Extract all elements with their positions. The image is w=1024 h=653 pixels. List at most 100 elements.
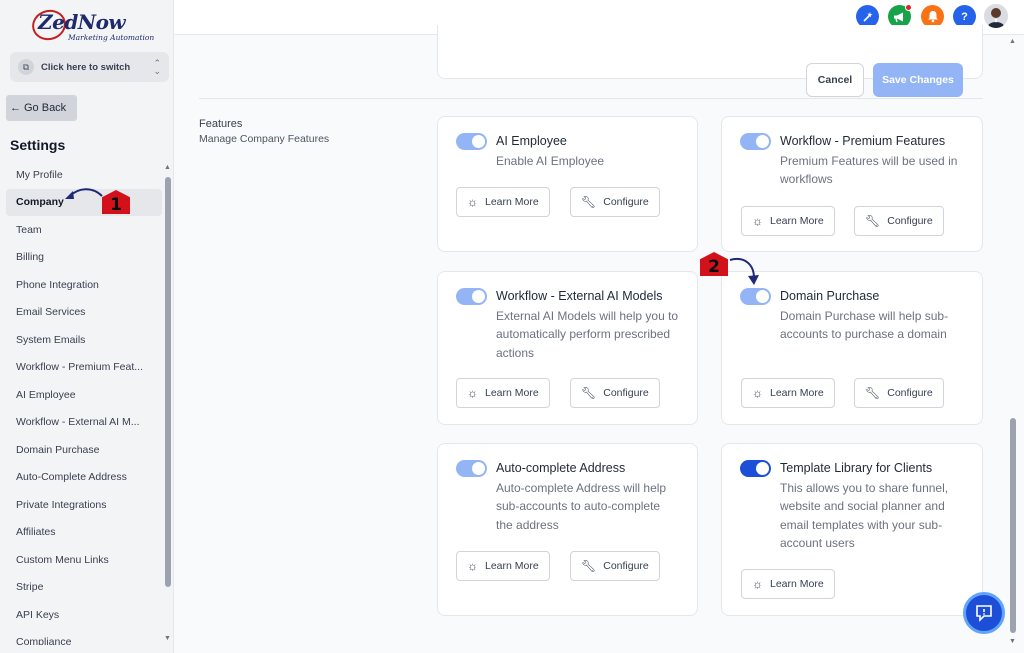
sidebar-item-domain-purchase[interactable]: Domain Purchase: [6, 436, 162, 464]
chevron-updown-icon: ⌃ ⌄: [153, 58, 161, 76]
wrench-icon: 🔧︎: [865, 386, 881, 400]
notification-dot: [905, 4, 912, 11]
feature-toggle[interactable]: [740, 460, 771, 477]
arrow-left-icon: ←: [10, 102, 21, 114]
page-scroll-thumb[interactable]: [1010, 418, 1016, 633]
configure-button[interactable]: 🔧︎ Configure: [570, 378, 660, 408]
feature-description: Domain Purchase will help sub-accounts t…: [780, 309, 949, 342]
feature-toggle[interactable]: [740, 288, 771, 305]
sidebar-item-email-services[interactable]: Email Services: [6, 299, 162, 327]
sidebar-item-my-profile[interactable]: My Profile: [6, 161, 162, 189]
settings-nav: My Profile Company Team Billing Phone Integr…: [6, 161, 162, 645]
sidebar-scrollbar[interactable]: ▲ ▼: [164, 164, 172, 642]
wrench-icon: 🔧︎: [865, 214, 881, 228]
page-scroll-up-icon[interactable]: ▲: [1009, 38, 1016, 45]
sidebar-item-stripe[interactable]: Stripe: [6, 574, 162, 602]
curved-arrow-icon: [65, 188, 103, 199]
sidebar-scroll-thumb[interactable]: [165, 177, 171, 587]
configure-label: Configure: [603, 560, 649, 572]
sidebar-item-custom-menu-links[interactable]: Custom Menu Links: [6, 546, 162, 574]
wrench-icon: 🔧︎: [581, 195, 597, 209]
feature-title: Workflow - Premium Features: [780, 134, 946, 148]
wrench-icon: 🔧︎: [581, 559, 597, 573]
configure-label: Configure: [887, 215, 933, 227]
learn-more-button[interactable]: ☼ Learn More: [741, 206, 835, 236]
feature-description: Enable AI Employee: [496, 154, 605, 168]
sidebar-item-billing[interactable]: Billing: [6, 244, 162, 272]
feature-description: Premium Features will be used in workflo…: [780, 154, 958, 187]
lightbulb-icon: ☼: [467, 195, 478, 209]
save-changes-button[interactable]: Save Changes: [873, 63, 963, 97]
go-back-button[interactable]: ← Go Back: [6, 95, 77, 121]
chat-support-button[interactable]: [963, 592, 1005, 634]
logo-text: ZedNow: [38, 10, 126, 34]
feature-description: Auto-complete Address will help sub-acco…: [496, 481, 667, 532]
feature-title: Auto-complete Address: [496, 461, 626, 475]
sidebar-item-workflow-external-ai-m[interactable]: Workflow - External AI M...: [6, 409, 162, 437]
feature-card-external-ai: Workflow - External AI Models External A…: [437, 271, 698, 425]
scroll-up-icon[interactable]: ▲: [164, 164, 171, 171]
sidebar-item-phone-integration[interactable]: Phone Integration: [6, 271, 162, 299]
feature-card-workflow-premium: Workflow - Premium Features Premium Feat…: [721, 116, 983, 252]
configure-button[interactable]: 🔧︎ Configure: [570, 551, 660, 581]
feature-toggle[interactable]: [740, 133, 771, 150]
step-number: 1: [110, 195, 122, 215]
step-number: 2: [708, 257, 720, 277]
learn-more-button[interactable]: ☼ Learn More: [741, 569, 835, 599]
sidebar-item-ai-employee[interactable]: AI Employee: [6, 381, 162, 409]
step-marker-2: 2: [700, 252, 728, 277]
sidebar-item-team[interactable]: Team: [6, 216, 162, 244]
learn-more-label: Learn More: [485, 196, 539, 208]
cancel-button[interactable]: Cancel: [806, 63, 864, 97]
sidebar-item-auto-complete-address[interactable]: Auto-Complete Address: [6, 464, 162, 492]
sidebar-item-api-keys[interactable]: API Keys: [6, 601, 162, 629]
learn-more-button[interactable]: ☼ Learn More: [456, 187, 550, 217]
sidebar-item-workflow-premium-feat[interactable]: Workflow - Premium Feat...: [6, 354, 162, 382]
main-content: Cancel Save Changes Features Manage Comp…: [174, 25, 1010, 653]
feature-title: Workflow - External AI Models: [496, 289, 663, 303]
features-subheading: Manage Company Features: [199, 133, 330, 145]
feature-toggle[interactable]: [456, 288, 487, 305]
sidebar-item-system-emails[interactable]: System Emails: [6, 326, 162, 354]
feature-toggle[interactable]: [456, 133, 487, 150]
learn-more-button[interactable]: ☼ Learn More: [456, 551, 550, 581]
learn-more-label: Learn More: [770, 387, 824, 399]
feature-toggle[interactable]: [456, 460, 487, 477]
step-marker-1: 1: [102, 190, 130, 215]
feature-title: Template Library for Clients: [780, 461, 933, 475]
learn-more-label: Learn More: [485, 387, 539, 399]
page-scroll-down-icon[interactable]: ▼: [1009, 638, 1016, 645]
sidebar-item-private-integrations[interactable]: Private Integrations: [6, 491, 162, 519]
learn-more-button[interactable]: ☼ Learn More: [456, 378, 550, 408]
feature-title: AI Employee: [496, 134, 567, 148]
lightbulb-icon: ☼: [752, 577, 763, 591]
sidebar-item-affiliates[interactable]: Affiliates: [6, 519, 162, 547]
scroll-down-icon[interactable]: ▼: [164, 635, 171, 642]
feature-card-auto-complete: Auto-complete Address Auto-complete Addr…: [437, 443, 698, 616]
configure-button[interactable]: 🔧︎ Configure: [854, 378, 944, 408]
learn-more-label: Learn More: [485, 560, 539, 572]
settings-heading: Settings: [10, 137, 66, 153]
configure-button[interactable]: 🔧︎ Configure: [570, 187, 660, 217]
lightbulb-icon: ☼: [752, 214, 763, 228]
feature-card-template-library: Template Library for Clients This allows…: [721, 443, 983, 616]
lightbulb-icon: ☼: [467, 559, 478, 573]
switch-account-icon: ⧉: [18, 59, 34, 75]
brand-logo[interactable]: ZedNow Marketing Automation: [28, 6, 158, 44]
user-avatar[interactable]: [984, 4, 1008, 28]
learn-more-button[interactable]: ☼ Learn More: [741, 378, 835, 408]
sidebar-item-compliance[interactable]: Compliance: [6, 629, 162, 645]
lightbulb-icon: ☼: [467, 386, 478, 400]
feature-description: External AI Models will help you to auto…: [496, 309, 679, 360]
configure-label: Configure: [603, 387, 649, 399]
feature-title: Domain Purchase: [780, 289, 880, 303]
configure-button[interactable]: 🔧︎ Configure: [854, 206, 944, 236]
chat-icon: [976, 605, 992, 622]
learn-more-label: Learn More: [770, 578, 824, 590]
lightbulb-icon: ☼: [752, 386, 763, 400]
feature-description: This allows you to share funnel, website…: [780, 481, 949, 550]
account-switcher[interactable]: ⧉ Click here to switch ⌃ ⌄: [10, 52, 169, 82]
learn-more-label: Learn More: [770, 215, 824, 227]
wrench-icon: 🔧︎: [581, 386, 597, 400]
switcher-label: Click here to switch: [41, 61, 131, 73]
